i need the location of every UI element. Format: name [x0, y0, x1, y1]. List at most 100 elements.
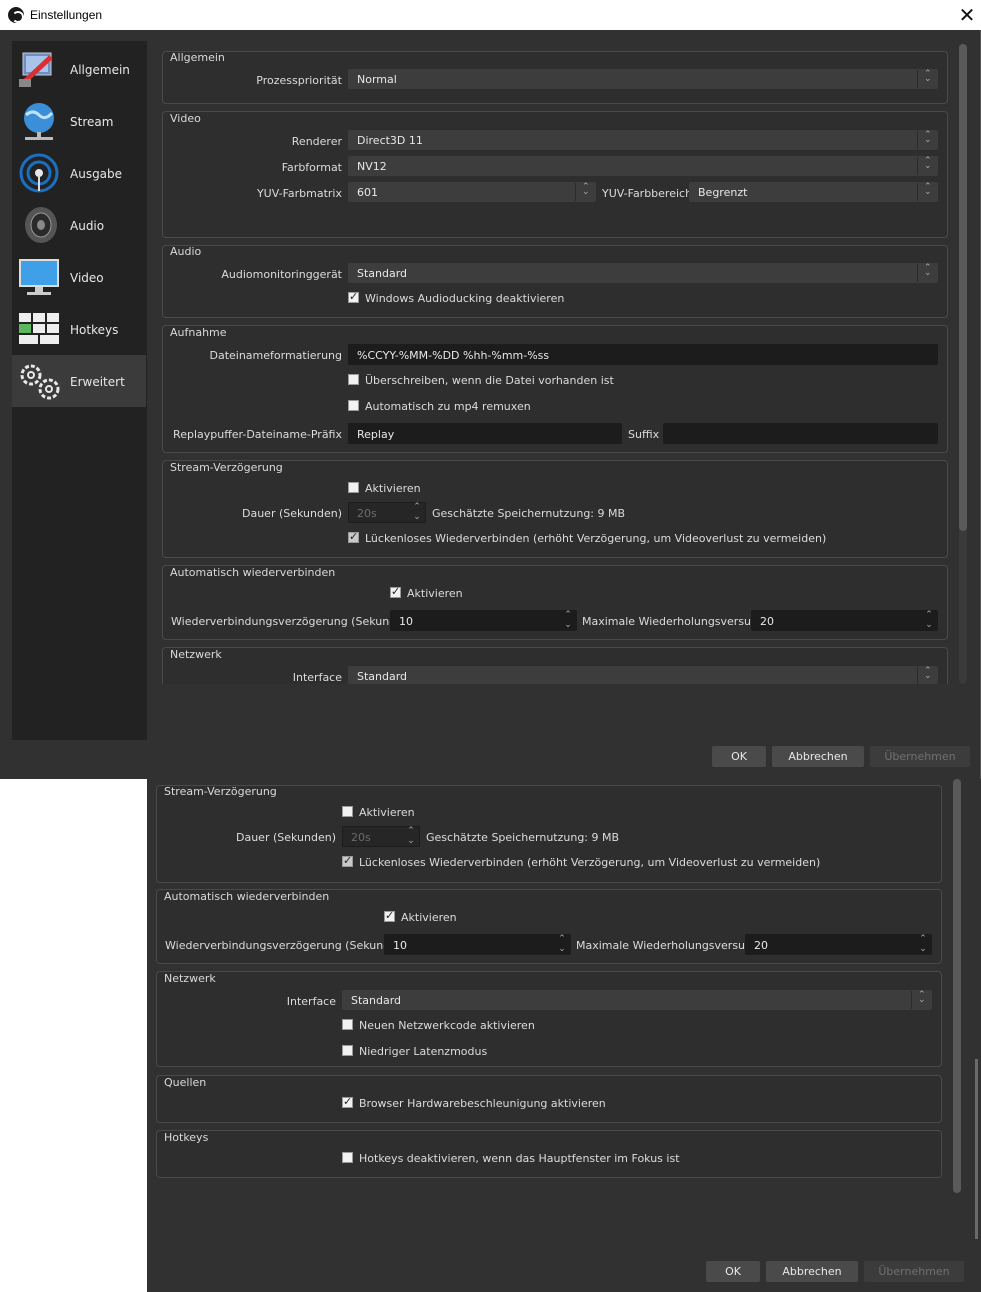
reconnect-delay-label: Wiederverbindungsverzögerung (Sekunden) [165, 939, 409, 952]
yuv-matrix-select[interactable]: 601 [348, 182, 596, 202]
scroll-clip [152, 684, 958, 734]
chevron-updown-icon [917, 666, 937, 685]
low-latency-checkbox[interactable] [342, 1045, 353, 1056]
sidebar-item-hotkeys[interactable]: Hotkeys [12, 303, 146, 355]
spin-up-icon[interactable]: ⌃ [403, 827, 419, 836]
chevron-updown-icon [917, 263, 937, 282]
overwrite-checkbox[interactable] [348, 374, 359, 385]
ok-button[interactable]: OK [712, 746, 766, 767]
stream-delay-duration-spinbox[interactable]: 20s ⌃ ⌄ [342, 826, 420, 847]
stream-delay-enable-label: Aktivieren [365, 482, 421, 495]
settings-window-scrolled: Stream-Verzögerung Aktivieren Dauer (Sek… [147, 779, 981, 1292]
audio-monitor-select[interactable]: Standard [348, 263, 938, 283]
scrollbar-thumb[interactable] [953, 779, 961, 1193]
keyboard-icon [19, 313, 59, 344]
spin-up-icon[interactable]: ⌃ [560, 611, 576, 620]
seamless-reconnect-checkbox[interactable] [348, 530, 359, 543]
ok-button[interactable]: OK [706, 1261, 760, 1282]
yuv-range-select[interactable]: Begrenzt [689, 182, 938, 202]
seamless-reconnect-checkbox[interactable] [342, 854, 353, 867]
sidebar: Allgemein Stream Ausgabe Audio Video Hot… [12, 41, 147, 740]
spin-down-icon[interactable]: ⌄ [915, 945, 931, 954]
spin-down-icon[interactable]: ⌄ [403, 837, 419, 846]
sidebar-item-stream[interactable]: Stream [12, 95, 146, 147]
group-title-reconnect: Automatisch wiederverbinden [164, 890, 330, 903]
reconnect-delay-label: Wiederverbindungsverzögerung (Sekunden) [171, 615, 415, 628]
suffix-input[interactable] [663, 423, 938, 444]
disable-hotkeys-checkbox[interactable] [342, 1152, 353, 1163]
close-button[interactable]: ✕ [955, 3, 979, 27]
max-retries-spinbox[interactable]: 20 ⌃ ⌄ [745, 934, 932, 955]
sidebar-item-label: Allgemein [70, 63, 130, 77]
interface-select[interactable]: Standard [348, 666, 938, 685]
sidebar-item-allgemein[interactable]: Allgemein [12, 43, 146, 95]
scrollbar[interactable] [959, 44, 967, 684]
max-retries-spinbox[interactable]: 20 ⌃ ⌄ [751, 610, 938, 631]
reconnect-delay-spinbox[interactable]: 10 ⌃ ⌄ [384, 934, 571, 955]
stream-delay-duration-spinbox[interactable]: 20s ⌃ ⌄ [348, 502, 426, 523]
spin-down-icon[interactable]: ⌄ [409, 513, 425, 522]
spin-up-icon[interactable]: ⌃ [921, 611, 937, 620]
new-netcode-checkbox[interactable] [342, 1019, 353, 1030]
group-title-stream-delay: Stream-Verzögerung [170, 461, 283, 474]
group-title-network: Netzwerk [164, 972, 216, 985]
monitor-icon [19, 259, 59, 295]
disable-hotkeys-label: Hotkeys deaktivieren, wenn das Hauptfens… [359, 1152, 680, 1165]
browser-hw-accel-checkbox[interactable] [342, 1095, 353, 1108]
chevron-updown-icon [917, 69, 937, 88]
apply-button[interactable]: Übernehmen [870, 746, 970, 767]
renderer-select[interactable]: Direct3D 11 [348, 130, 938, 150]
sidebar-item-label: Audio [70, 219, 105, 233]
reconnect-enable-checkbox[interactable] [390, 585, 401, 598]
chevron-updown-icon [575, 182, 595, 201]
chevron-updown-icon [917, 130, 937, 149]
remux-label: Automatisch zu mp4 remuxen [365, 400, 531, 413]
spin-up-icon[interactable]: ⌃ [554, 935, 570, 944]
broadcast-antenna-icon [19, 153, 59, 193]
sidebar-item-audio[interactable]: Audio [12, 199, 146, 251]
scrollbar-thumb[interactable] [959, 44, 967, 531]
scrollbar[interactable] [953, 779, 961, 1193]
seamless-reconnect-label: Lückenloses Wiederverbinden (erhöht Verz… [365, 532, 827, 545]
replay-prefix-input[interactable]: Replay [348, 423, 622, 444]
group-title-hotkeys: Hotkeys [164, 1131, 209, 1144]
window-title: Einstellungen [30, 8, 103, 22]
spin-down-icon[interactable]: ⌄ [921, 621, 937, 630]
group-title-allgemein: Allgemein [170, 51, 225, 64]
title-bar: Einstellungen ✕ [0, 0, 981, 30]
process-priority-select[interactable]: Normal [348, 69, 938, 89]
stream-delay-enable-label: Aktivieren [359, 806, 415, 819]
filename-format-input[interactable]: %CCYY-%MM-%DD %hh-%mm-%ss [348, 344, 938, 365]
group-title-network: Netzwerk [170, 648, 222, 661]
filename-format-label: Dateinameformatierung [209, 349, 342, 362]
interface-select[interactable]: Standard [342, 990, 932, 1010]
reconnect-delay-spinbox[interactable]: 10 ⌃ ⌄ [390, 610, 577, 631]
remux-checkbox[interactable] [348, 400, 359, 411]
renderer-label: Renderer [291, 135, 342, 148]
group-network [156, 971, 942, 1067]
apply-button[interactable]: Übernehmen [864, 1261, 964, 1282]
spin-up-icon[interactable]: ⌃ [409, 503, 425, 512]
spin-down-icon[interactable]: ⌄ [560, 621, 576, 630]
spin-down-icon[interactable]: ⌄ [554, 945, 570, 954]
browser-hw-accel-label: Browser Hardwarebeschleunigung aktiviere… [359, 1097, 606, 1110]
spin-up-icon[interactable]: ⌃ [915, 935, 931, 944]
reconnect-enable-checkbox[interactable] [384, 909, 395, 922]
color-format-select[interactable]: NV12 [348, 156, 938, 176]
gears-icon [20, 364, 60, 400]
suffix-label: Suffix [628, 428, 660, 441]
settings-general-icon [19, 52, 53, 87]
group-title-video: Video [170, 112, 201, 125]
ducking-checkbox[interactable] [348, 290, 359, 303]
overwrite-label: Überschreiben, wenn die Datei vorhanden … [365, 374, 614, 387]
speaker-icon [25, 207, 57, 243]
cancel-button[interactable]: Abbrechen [766, 1261, 858, 1282]
memory-usage-label: Geschätzte Speichernutzung: 9 MB [426, 831, 620, 844]
cancel-button[interactable]: Abbrechen [772, 746, 864, 767]
sidebar-item-video[interactable]: Video [12, 251, 146, 303]
sidebar-item-ausgabe[interactable]: Ausgabe [12, 147, 146, 199]
stream-delay-enable-checkbox[interactable] [342, 806, 353, 817]
group-title-aufnahme: Aufnahme [170, 326, 227, 339]
sidebar-item-erweitert[interactable]: Erweitert [12, 355, 146, 407]
stream-delay-enable-checkbox[interactable] [348, 482, 359, 493]
